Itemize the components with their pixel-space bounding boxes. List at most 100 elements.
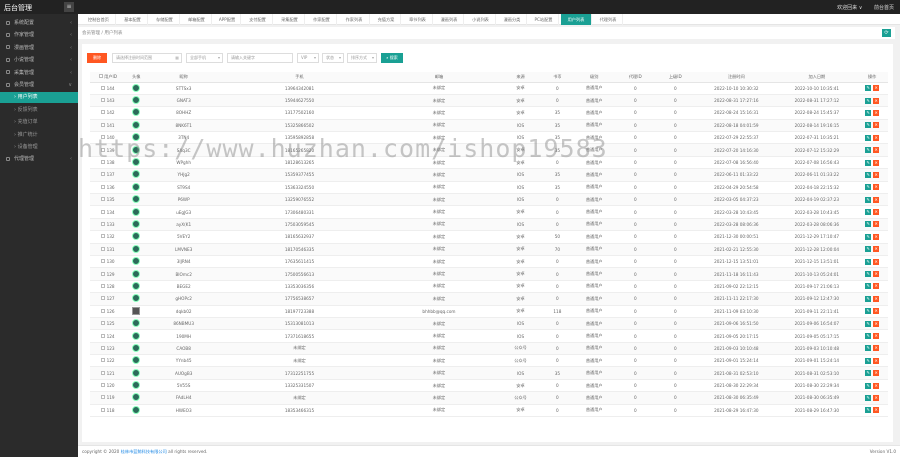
table-row[interactable]: 136 ST9S4 15363324550 未绑定 IOS 35 普通用户 0 0 2022-04… xyxy=(90,181,888,195)
column-header[interactable]: 昵称 xyxy=(146,72,221,83)
tab-item[interactable]: 控制台首页 xyxy=(82,14,116,25)
row-checkbox[interactable] xyxy=(101,110,106,115)
edit-icon[interactable]: ✎ xyxy=(865,382,872,389)
tab-item[interactable]: 漫画分类 xyxy=(498,14,527,25)
sidebar-subitem[interactable]: › 反馈列表 xyxy=(0,105,78,116)
tab-item[interactable]: 充值方案 xyxy=(372,14,401,25)
edit-icon[interactable]: ✎ xyxy=(865,134,872,141)
delete-icon[interactable]: ✕ xyxy=(873,333,880,339)
edit-icon[interactable]: ✎ xyxy=(865,109,872,116)
edit-icon[interactable]: ✎ xyxy=(865,357,872,364)
column-header[interactable]: 级别 xyxy=(573,72,616,83)
delete-icon[interactable]: ✕ xyxy=(873,209,880,216)
delete-icon[interactable]: ✕ xyxy=(873,85,880,92)
table-row[interactable]: 144 STTSx3 13964342081 未绑定 安卓 0 普通用户 0 0 2022-10-… xyxy=(90,82,888,95)
sidebar-item[interactable]: 作家管理 ‹ xyxy=(0,30,78,41)
edit-icon[interactable]: ✎ xyxy=(865,233,872,240)
row-checkbox[interactable] xyxy=(101,246,106,251)
edit-icon[interactable]: ✎ xyxy=(865,147,872,154)
row-checkbox[interactable] xyxy=(101,259,106,264)
edit-icon[interactable]: ✎ xyxy=(865,85,872,92)
column-header[interactable]: 加入日期 xyxy=(777,72,857,83)
tab-item[interactable]: APP配置 xyxy=(214,14,241,25)
status-select[interactable]: 状态 ▾ xyxy=(322,53,344,63)
sidebar-item[interactable]: 会员管理 ∨ xyxy=(0,80,78,91)
row-checkbox[interactable] xyxy=(101,184,106,189)
delete-icon[interactable]: ✕ xyxy=(873,233,880,240)
table-row[interactable]: 119 FAdLH4 未绑定 未绑定 公众号 0 普通用户 0 0 2021-08-30 06:3… xyxy=(90,391,888,405)
home-link[interactable]: 前台首页 xyxy=(874,5,894,11)
table-row[interactable]: 130 3IJRN4 17635611415 未绑定 安卓 0 普通用户 0 0 2021-12-… xyxy=(90,255,888,269)
select-all-checkbox[interactable] xyxy=(98,73,103,78)
edit-icon[interactable]: ✎ xyxy=(865,159,872,166)
date-range-input[interactable]: 请选择注册时间范围 ▦ xyxy=(112,53,182,63)
row-checkbox[interactable] xyxy=(101,197,106,202)
table-row[interactable]: 133 ayX(K1 17503059545 未绑定 IOS 0 普通用户 0 0 2022-03… xyxy=(90,218,888,232)
table-row[interactable]: 137 YHJg2 15359377455 未绑定 IOS 35 普通用户 0 0 2022-06… xyxy=(90,168,888,182)
delete-icon[interactable]: ✕ xyxy=(873,308,880,315)
sort-select[interactable]: 排序方式 ▾ xyxy=(347,53,377,63)
tab-item[interactable]: 作家列表 xyxy=(339,14,370,25)
menu-toggle-icon[interactable]: ≡ xyxy=(64,2,74,12)
delete-icon[interactable]: ✕ xyxy=(873,345,880,352)
delete-icon[interactable]: ✕ xyxy=(873,370,880,377)
edit-icon[interactable]: ✎ xyxy=(865,320,872,327)
column-header[interactable]: 头像 xyxy=(125,72,147,83)
table-row[interactable]: 118 HWEO3 18353466315 未绑定 安卓 0 普通用户 0 0 2021-08-2… xyxy=(90,404,888,418)
tab-item[interactable]: 小说列表 xyxy=(466,14,496,25)
edit-icon[interactable]: ✎ xyxy=(865,122,872,129)
tab-item[interactable]: 章节列表 xyxy=(403,14,433,25)
edit-icon[interactable]: ✎ xyxy=(865,283,872,290)
edit-icon[interactable]: ✎ xyxy=(865,97,872,104)
delete-icon[interactable]: ✕ xyxy=(873,97,880,104)
sidebar-item[interactable]: 小说管理 ‹ xyxy=(0,55,78,66)
delete-icon[interactable]: ✕ xyxy=(873,271,880,278)
column-header[interactable]: 用户ID xyxy=(90,72,126,83)
edit-icon[interactable]: ✎ xyxy=(865,196,872,203)
row-checkbox[interactable] xyxy=(101,383,106,388)
delete-icon[interactable]: ✕ xyxy=(873,134,880,141)
table-row[interactable]: 129 BIOmc2 17500556613 未绑定 安卓 0 普通用户 0 0 2021-11-… xyxy=(90,267,888,281)
tab-item[interactable]: PC站配置 xyxy=(529,14,559,25)
edit-icon[interactable]: ✎ xyxy=(865,246,872,253)
table-row[interactable]: 121 AUOgB3 17312251755 未绑定 IOS 35 普通用户 0 0 2021-0… xyxy=(90,366,888,380)
row-checkbox[interactable] xyxy=(101,407,106,412)
delete-icon[interactable]: ✕ xyxy=(873,357,880,364)
row-checkbox[interactable] xyxy=(101,209,106,214)
table-row[interactable]: 128 BEGE2 13353036356 未绑定 安卓 0 普通用户 0 0 2021-09-0… xyxy=(90,280,888,294)
delete-icon[interactable]: ✕ xyxy=(873,258,880,265)
row-checkbox[interactable] xyxy=(101,333,106,338)
column-header[interactable]: 手机 xyxy=(220,72,379,83)
table-row[interactable]: 142 8OHHZ 13177502160 未绑定 安卓 35 普通用户 0 0 2022-08-… xyxy=(90,106,888,120)
row-checkbox[interactable] xyxy=(101,234,106,239)
delete-icon[interactable]: ✕ xyxy=(873,109,880,116)
row-checkbox[interactable] xyxy=(101,345,106,350)
tab-item[interactable]: 代理列表 xyxy=(594,14,623,25)
sidebar-subitem[interactable]: › 充值订单 xyxy=(0,117,78,128)
edit-icon[interactable]: ✎ xyxy=(865,308,872,315)
refresh-icon[interactable]: ⟳ xyxy=(882,29,891,37)
column-header[interactable]: 书币 xyxy=(541,72,574,83)
delete-icon[interactable]: ✕ xyxy=(873,283,880,290)
table-row[interactable]: 124 190MH 17371618655 未绑定 IOS 0 普通用户 0 0 2021-09-… xyxy=(90,329,888,343)
sidebar-item[interactable]: 代理管理 ‹ xyxy=(0,154,78,165)
edit-icon[interactable]: ✎ xyxy=(865,221,872,228)
vip-select[interactable]: VIP ▾ xyxy=(297,53,319,63)
delete-icon[interactable]: ✕ xyxy=(873,184,880,191)
table-row[interactable]: 143 GNAT3 15944627550 未绑定 安卓 0 普通用户 0 0 2022-08-3… xyxy=(90,94,888,108)
delete-icon[interactable]: ✕ xyxy=(873,221,880,228)
row-checkbox[interactable] xyxy=(101,370,106,375)
table-row[interactable]: 135 P6WP 13259076552 未绑定 IOS 0 普通用户 0 0 2022-03-0… xyxy=(90,193,888,207)
row-checkbox[interactable] xyxy=(101,308,106,313)
sidebar-item[interactable]: 采集管理 ‹ xyxy=(0,68,78,79)
row-checkbox[interactable] xyxy=(101,271,106,276)
table-row[interactable]: 123 CAOB8 未绑定 未绑定 公众号 0 普通用户 0 0 2021-09-03 10:10… xyxy=(90,342,888,356)
delete-icon[interactable]: ✕ xyxy=(873,147,880,154)
edit-icon[interactable]: ✎ xyxy=(865,394,872,401)
edit-icon[interactable]: ✎ xyxy=(865,184,872,191)
keyword-input[interactable]: 请输入关键字 xyxy=(227,53,293,63)
column-header[interactable]: 邮箱 xyxy=(378,72,500,83)
delete-icon[interactable]: ✕ xyxy=(873,407,880,414)
table-row[interactable]: 122 YYnb45 未绑定 未绑定 公众号 0 普通用户 0 0 2021-09-01 15:2… xyxy=(90,354,888,368)
row-checkbox[interactable] xyxy=(101,358,106,363)
